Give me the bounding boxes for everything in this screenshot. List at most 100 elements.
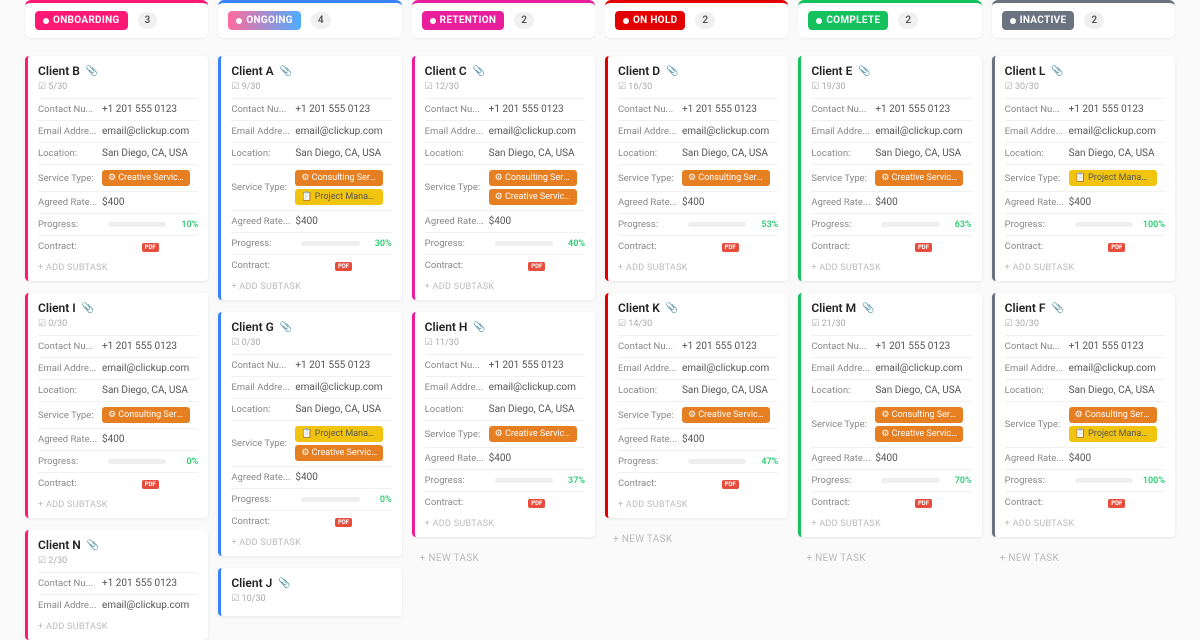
- service-tag[interactable]: 📋 Project Manage...: [1069, 426, 1157, 442]
- service-tag[interactable]: ⚙ Creative Services: [875, 426, 963, 442]
- pdf-icon[interactable]: PDF: [528, 262, 545, 271]
- field-label: Service Type:: [231, 182, 295, 193]
- add-subtask-button[interactable]: + ADD SUBTASK: [811, 257, 971, 275]
- subtask-count: ☑ 14/30: [618, 319, 778, 329]
- rate-value: $400: [875, 453, 897, 464]
- progress-percent: 30%: [366, 239, 392, 249]
- field-label: Contact Nu...: [425, 360, 489, 371]
- new-task-button[interactable]: + NEW TASK: [412, 549, 595, 568]
- client-card[interactable]: Client A📎 ☑ 9/30Contact Nu...+1 201 555 …: [218, 56, 401, 300]
- service-tag[interactable]: 📋 Project Manage...: [295, 189, 383, 205]
- service-tag[interactable]: ⚙ Creative Services: [489, 426, 577, 442]
- pdf-icon[interactable]: PDF: [1108, 243, 1125, 252]
- service-tag[interactable]: 📋 Project Manage...: [295, 426, 383, 442]
- pdf-icon[interactable]: PDF: [142, 243, 159, 252]
- field-label: Service Type:: [425, 182, 489, 193]
- progress-percent: 0%: [366, 495, 392, 505]
- pdf-icon[interactable]: PDF: [722, 243, 739, 252]
- add-subtask-button[interactable]: + ADD SUBTASK: [1005, 257, 1165, 275]
- service-tag[interactable]: ⚙ Consulting Servi...: [682, 170, 770, 186]
- service-tag[interactable]: ⚙ Consulting Servi...: [875, 407, 963, 423]
- progress-bar: [495, 478, 553, 483]
- service-tag[interactable]: ⚙ Creative Services: [875, 170, 963, 186]
- pdf-icon[interactable]: PDF: [335, 518, 352, 527]
- add-subtask-button[interactable]: + ADD SUBTASK: [38, 494, 198, 512]
- add-subtask-button[interactable]: + ADD SUBTASK: [231, 532, 391, 550]
- service-tag[interactable]: ⚙ Creative Services: [682, 407, 770, 423]
- pdf-icon[interactable]: PDF: [915, 243, 932, 252]
- progress-bar: [108, 459, 166, 464]
- field-label: Contract:: [231, 260, 295, 271]
- add-subtask-button[interactable]: + ADD SUBTASK: [231, 276, 391, 294]
- rate-value: $400: [875, 197, 897, 208]
- progress-bar: [688, 459, 746, 464]
- client-card[interactable]: Client G📎 ☑ 0/30Contact Nu...+1 201 555 …: [218, 312, 401, 556]
- add-subtask-button[interactable]: + ADD SUBTASK: [38, 616, 198, 634]
- field-label: Email Addre...: [1005, 126, 1069, 137]
- field-label: Progress:: [811, 475, 875, 486]
- card-list: Client B📎 ☑ 5/30Contact Nu...+1 201 555 …: [25, 56, 208, 640]
- column-header[interactable]: RETENTION 2: [412, 0, 595, 38]
- card-count: 2: [695, 12, 715, 29]
- service-tag[interactable]: ⚙ Creative Services: [295, 445, 383, 461]
- field-label: Contact Nu...: [618, 341, 682, 352]
- client-name: Client M: [811, 301, 856, 315]
- subtask-count: ☑ 2/30: [38, 556, 198, 566]
- new-task-button[interactable]: + NEW TASK: [605, 530, 788, 549]
- add-subtask-button[interactable]: + ADD SUBTASK: [618, 494, 778, 512]
- service-tag[interactable]: ⚙ Creative Services: [489, 189, 577, 205]
- contact-value: +1 201 555 0123: [682, 341, 757, 352]
- pdf-icon[interactable]: PDF: [335, 262, 352, 271]
- add-subtask-button[interactable]: + ADD SUBTASK: [1005, 513, 1165, 531]
- add-subtask-button[interactable]: + ADD SUBTASK: [425, 276, 585, 294]
- client-card[interactable]: Client L📎 ☑ 30/30Contact Nu...+1 201 555…: [992, 56, 1175, 281]
- card-count: 2: [1084, 12, 1104, 29]
- column-header[interactable]: INACTIVE 2: [992, 0, 1175, 38]
- client-card[interactable]: Client C📎 ☑ 12/30Contact Nu...+1 201 555…: [412, 56, 595, 300]
- pdf-icon[interactable]: PDF: [722, 480, 739, 489]
- add-subtask-button[interactable]: + ADD SUBTASK: [618, 257, 778, 275]
- new-task-button[interactable]: + NEW TASK: [992, 549, 1175, 568]
- subtask-count: ☑ 16/30: [618, 82, 778, 92]
- service-tags: ⚙ Consulting Servi...: [682, 170, 770, 186]
- field-label: Email Addre...: [811, 363, 875, 374]
- client-card[interactable]: Client J📎 ☑ 10/30: [218, 568, 401, 616]
- progress-percent: 0%: [172, 457, 198, 467]
- client-card[interactable]: Client E📎 ☑ 19/30Contact Nu...+1 201 555…: [798, 56, 981, 281]
- progress-percent: 100%: [1139, 476, 1165, 486]
- email-value: email@clickup.com: [1069, 363, 1156, 374]
- client-card[interactable]: Client I📎 ☑ 0/30Contact Nu...+1 201 555 …: [25, 293, 208, 518]
- column-header[interactable]: ON HOLD 2: [605, 0, 788, 38]
- field-label: Email Addre...: [618, 363, 682, 374]
- progress-percent: 40%: [559, 239, 585, 249]
- client-card[interactable]: Client B📎 ☑ 5/30Contact Nu...+1 201 555 …: [25, 56, 208, 281]
- service-tag[interactable]: ⚙ Consulting Servi...: [1069, 407, 1157, 423]
- column-header[interactable]: ONGOING 4: [218, 0, 401, 38]
- pdf-icon[interactable]: PDF: [142, 480, 159, 489]
- add-subtask-button[interactable]: + ADD SUBTASK: [38, 257, 198, 275]
- client-card[interactable]: Client K📎 ☑ 14/30Contact Nu...+1 201 555…: [605, 293, 788, 518]
- add-subtask-button[interactable]: + ADD SUBTASK: [425, 513, 585, 531]
- field-label: Progress:: [38, 219, 102, 230]
- client-card[interactable]: Client D📎 ☑ 16/30Contact Nu...+1 201 555…: [605, 56, 788, 281]
- column-header[interactable]: ONBOARDING 3: [25, 0, 208, 38]
- client-card[interactable]: Client F📎 ☑ 30/30Contact Nu...+1 201 555…: [992, 293, 1175, 537]
- service-tag[interactable]: ⚙ Consulting Servi...: [489, 170, 577, 186]
- service-tag[interactable]: ⚙ Consulting Servi...: [102, 407, 190, 423]
- service-tag[interactable]: ⚙ Creative Services: [102, 170, 190, 186]
- new-task-button[interactable]: + NEW TASK: [798, 549, 981, 568]
- service-tag[interactable]: ⚙ Consulting Servi...: [295, 170, 383, 186]
- pdf-icon[interactable]: PDF: [528, 499, 545, 508]
- field-label: Agreed Rate...: [1005, 197, 1069, 208]
- column-header[interactable]: COMPLETE 2: [798, 0, 981, 38]
- pdf-icon[interactable]: PDF: [1108, 499, 1125, 508]
- email-value: email@clickup.com: [295, 382, 382, 393]
- add-subtask-button[interactable]: + ADD SUBTASK: [811, 513, 971, 531]
- client-card[interactable]: Client H📎 ☑ 11/30Contact Nu...+1 201 555…: [412, 312, 595, 537]
- field-label: Progress:: [1005, 475, 1069, 486]
- client-card[interactable]: Client M📎 ☑ 21/30Contact Nu...+1 201 555…: [798, 293, 981, 537]
- progress-percent: 37%: [559, 476, 585, 486]
- service-tag[interactable]: 📋 Project Manage...: [1069, 170, 1157, 186]
- pdf-icon[interactable]: PDF: [915, 499, 932, 508]
- client-card[interactable]: Client N📎 ☑ 2/30Contact Nu...+1 201 555 …: [25, 530, 208, 640]
